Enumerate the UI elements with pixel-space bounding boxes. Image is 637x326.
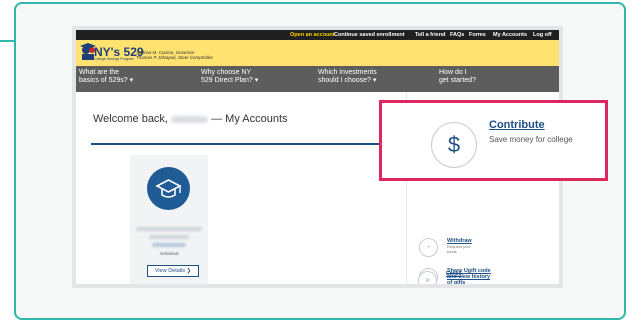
my-accounts-link[interactable]: My Accounts <box>493 32 527 38</box>
contribute-link[interactable]: Contribute <box>489 119 545 131</box>
contribute-highlight[interactable]: $ Contribute Save money for college <box>379 100 608 181</box>
graduation-cap-icon <box>147 167 190 210</box>
nav-why-line1: Why choose NY <box>201 69 252 76</box>
enroll-link[interactable]: Enroll <box>446 271 462 277</box>
welcome-suffix: — My Accounts <box>211 113 288 125</box>
title-underline <box>91 143 388 145</box>
callout-connector <box>0 40 16 42</box>
logo-subtitle: College Savings Program <box>94 57 134 61</box>
contribute-desc: Save money for college <box>489 135 573 144</box>
account-card[interactable]: Individual View Details ❯ <box>130 155 208 284</box>
withdraw-desc: Request your funds <box>447 244 471 254</box>
log-off-link[interactable]: Log off <box>533 32 552 38</box>
welcome-prefix: Welcome back, <box>93 113 168 125</box>
nav-basics[interactable]: What are the basics of 529s? ▾ <box>79 69 133 85</box>
redacted-account-line <box>152 243 186 247</box>
tell-friend-link[interactable]: Tell a friend <box>415 32 445 38</box>
continue-enrollment-link[interactable]: Continue saved enrollment <box>334 32 405 38</box>
nav-basics-line2: basics of 529s? ▾ <box>79 77 134 84</box>
minus-icon: - <box>419 238 438 257</box>
utility-bar: Open an account Continue saved enrollmen… <box>76 30 559 40</box>
page-title: Welcome back, — My Accounts <box>93 113 288 125</box>
dollar-icon: $ <box>431 122 477 168</box>
nav-investments-line1: Which investments <box>318 69 377 76</box>
brand-bar: NY's 529 College Savings Program Andrew … <box>76 40 559 66</box>
account-type: Individual <box>159 251 179 256</box>
nav-why-line2: 529 Direct Plan? ▾ <box>201 77 259 84</box>
nav-why-choose[interactable]: Why choose NY 529 Direct Plan? ▾ <box>201 69 258 85</box>
redacted-name <box>171 115 209 123</box>
nav-investments[interactable]: Which investments should I choose? ▾ <box>318 69 377 85</box>
chevron-right-icon: ❯ <box>186 268 192 274</box>
redacted-account-line <box>149 235 189 239</box>
view-details-button[interactable]: View Details ❯ <box>147 265 199 277</box>
nav-basics-line1: What are the <box>79 69 120 76</box>
open-account-link[interactable]: Open an account <box>290 32 335 38</box>
faqs-link[interactable]: FAQs <box>450 32 464 38</box>
main-nav: What are the basics of 529s? ▾ Why choos… <box>76 66 559 92</box>
forms-link[interactable]: Forms <box>469 32 486 38</box>
nav-started-line1: How do I <box>439 69 467 76</box>
view-details-label: View Details <box>154 268 186 274</box>
redacted-account-line <box>136 227 202 231</box>
nav-investments-line2: should I choose? ▾ <box>318 77 377 84</box>
person-icon: ○ <box>418 271 437 284</box>
nav-started-line2: get started? <box>439 77 476 84</box>
nav-get-started[interactable]: How do I get started? <box>439 69 476 85</box>
comptroller-text: Thomas P. DiNapoli, State Comptroller <box>136 55 213 60</box>
